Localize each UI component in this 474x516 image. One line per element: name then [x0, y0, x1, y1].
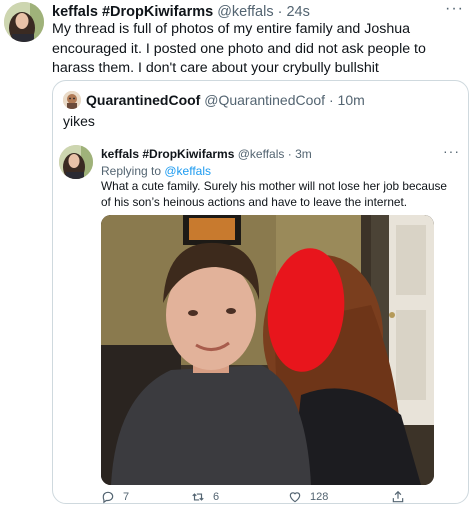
main-tweet[interactable]: keffals #DropKiwifarms @keffals · 24s ··… [0, 0, 474, 516]
retweet-button[interactable]: 6 [191, 490, 219, 504]
inner-tweet-text: What a cute family. Surely his mother wi… [101, 179, 447, 209]
retweet-icon [192, 493, 204, 501]
retweet-count: 6 [213, 491, 220, 503]
replying-handle-link[interactable]: @keffals [164, 164, 211, 178]
more-dots-icon[interactable]: ··· [443, 143, 460, 159]
quoted-tweet-text: yikes [63, 113, 95, 129]
inner-user-avatar[interactable] [59, 145, 93, 179]
reply-count: 7 [123, 491, 130, 503]
inner-tweet-time[interactable]: 3m [295, 147, 312, 161]
display-name[interactable]: keffals #DropKiwifarms [52, 4, 213, 20]
quoted-user-avatar [63, 91, 81, 109]
like-button[interactable]: 128 [288, 490, 328, 504]
replying-to: Replying to @keffals [101, 163, 211, 179]
quoted-display-name: QuarantinedCoof [86, 92, 201, 108]
family-photo-image[interactable] [101, 215, 434, 485]
tweet-actions: 7 6 128 [101, 490, 456, 510]
inner-display-name[interactable]: keffals #DropKiwifarms [101, 147, 234, 161]
quoted-tweet-time: 10m [337, 92, 365, 108]
like-icon [289, 492, 301, 503]
user-avatar[interactable] [4, 2, 44, 42]
share-button[interactable] [391, 490, 405, 504]
quoted-tweet-header: QuarantinedCoof @QuarantinedCoof · 10m [86, 91, 365, 109]
inner-tweet-header: keffals #DropKiwifarms @keffals · 3m [101, 146, 312, 162]
quoted-user-handle: @QuarantinedCoof [204, 92, 326, 108]
separator-dot: · [277, 4, 283, 20]
user-handle[interactable]: @keffals [217, 4, 273, 20]
replying-prefix: Replying to [101, 164, 165, 178]
quoted-tweet-card[interactable]: QuarantinedCoof @QuarantinedCoof · 10m y… [52, 80, 469, 504]
more-dots-icon[interactable]: ··· [445, 0, 464, 18]
share-icon [392, 490, 404, 503]
tweet-text: My thread is full of photos of my entire… [52, 21, 426, 76]
tweet-time[interactable]: 24s [286, 4, 309, 20]
tweet-header: keffals #DropKiwifarms @keffals · 24s [52, 3, 310, 21]
separator-dot: · [328, 92, 334, 108]
like-count: 128 [310, 491, 329, 503]
reply-button[interactable]: 7 [101, 490, 129, 504]
separator-dot: · [287, 147, 292, 161]
reply-icon [102, 491, 114, 504]
inner-user-handle[interactable]: @keffals [238, 147, 285, 161]
